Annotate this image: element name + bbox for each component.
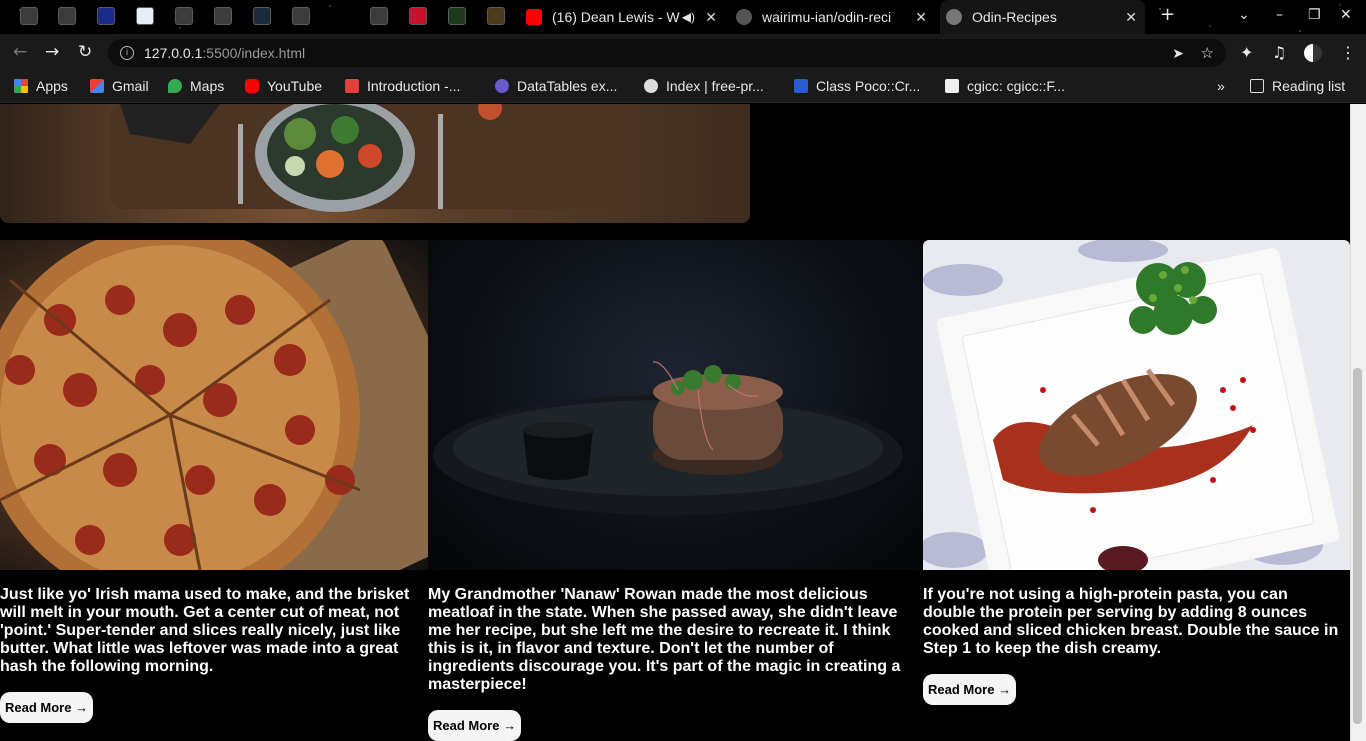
menu-icon[interactable]: ⋮ xyxy=(1340,43,1356,62)
bookmark-introduction[interactable]: Introduction -... xyxy=(345,78,460,94)
scrollbar-thumb[interactable] xyxy=(1353,368,1362,724)
duck-illustration xyxy=(923,240,1340,570)
tab-title: Odin-Recipes xyxy=(972,9,1057,25)
recipe-description: My Grandmother 'Nanaw' Rowan made the mo… xyxy=(428,586,901,693)
globe-icon xyxy=(644,79,658,93)
bookmark-label: cgicc: cgicc::F... xyxy=(967,78,1066,94)
salad-bowl-illustration xyxy=(0,104,750,223)
site-info-icon[interactable]: i xyxy=(120,46,134,60)
bookmark-label: YouTube xyxy=(267,78,323,94)
pizza-illustration xyxy=(0,240,428,570)
bookmark-label: Introduction -... xyxy=(367,78,461,94)
profile-avatar[interactable] xyxy=(1304,44,1322,62)
media-control-icon[interactable]: ♫ xyxy=(1272,43,1286,62)
datatables-icon xyxy=(495,79,509,93)
bookmark-label: Apps xyxy=(36,78,68,94)
tab-strip: (16) Dean Lewis - W ◀) ✕ wairimu-ian/odi… xyxy=(0,0,1366,34)
maximize-icon[interactable]: ❐ xyxy=(1308,7,1321,23)
pinned-tab[interactable] xyxy=(20,7,38,25)
pinned-tab[interactable] xyxy=(58,7,76,25)
pizza-photo xyxy=(0,240,428,570)
cgicc-icon xyxy=(945,79,959,93)
address-bar[interactable]: i 127.0.0.1:5500/index.html ➤ ☆ xyxy=(108,39,1226,67)
pinned-tab[interactable] xyxy=(448,7,466,25)
bookmark-label: Gmail xyxy=(112,78,149,94)
pinned-tab[interactable] xyxy=(97,7,115,25)
bookmark-index[interactable]: Index | free-pr... xyxy=(644,78,764,94)
reading-list-icon xyxy=(1250,79,1264,93)
back-icon[interactable]: ← xyxy=(13,42,27,62)
close-tab-icon[interactable]: ✕ xyxy=(915,9,927,26)
tab-youtube[interactable]: (16) Dean Lewis - W ◀) ✕ xyxy=(520,0,725,34)
maps-icon xyxy=(168,79,182,93)
globe-icon xyxy=(946,9,962,25)
new-tab-icon[interactable]: + xyxy=(1160,4,1175,25)
browser-toolbar: ← → ↻ i 127.0.0.1:5500/index.html ➤ ☆ ✦ … xyxy=(0,34,1366,72)
bookmark-youtube[interactable]: YouTube xyxy=(245,78,322,94)
steak-photo xyxy=(428,240,923,570)
read-more-button[interactable]: Read More → xyxy=(428,710,522,741)
gmail-icon xyxy=(90,79,104,93)
bookmark-label: Index | free-pr... xyxy=(666,78,764,94)
tab-search-icon[interactable]: ⌄ xyxy=(1238,7,1250,23)
recipe-card: Just like yo' Irish mama used to make, a… xyxy=(0,240,428,723)
recipe-description: If you're not using a high-protein pasta… xyxy=(923,586,1339,657)
bookmark-gmail[interactable]: Gmail xyxy=(90,78,149,94)
more-bookmarks-icon[interactable]: » xyxy=(1217,78,1225,94)
bookmark-label: DataTables ex... xyxy=(517,78,618,94)
tab-odin-recipes[interactable]: Odin-Recipes ✕ xyxy=(940,0,1145,34)
close-window-icon[interactable]: ✕ xyxy=(1340,7,1352,23)
tab-title: wairimu-ian/odin-reci xyxy=(762,9,892,25)
pinned-tab[interactable] xyxy=(175,7,193,25)
tab-title: (16) Dean Lewis - W xyxy=(552,9,680,25)
reload-icon[interactable]: ↻ xyxy=(78,42,92,62)
pinned-tab[interactable] xyxy=(292,7,310,25)
duck-photo xyxy=(923,240,1350,570)
url-host: 127.0.0.1 xyxy=(144,45,203,61)
pinned-tab[interactable] xyxy=(409,7,427,25)
send-icon[interactable]: ➤ xyxy=(1172,45,1184,62)
reading-list-label: Reading list xyxy=(1272,78,1346,94)
speaker-icon[interactable]: ◀) xyxy=(682,10,695,24)
reading-list-button[interactable]: Reading list xyxy=(1250,78,1345,94)
recipe-card: My Grandmother 'Nanaw' Rowan made the mo… xyxy=(428,240,923,741)
bookmark-star-icon[interactable]: ☆ xyxy=(1201,44,1214,62)
bookmark-apps[interactable]: Apps xyxy=(14,78,68,94)
read-more-button[interactable]: Read More → xyxy=(923,674,1017,705)
pinned-tab[interactable] xyxy=(253,7,271,25)
bookmark-datatables[interactable]: DataTables ex... xyxy=(495,78,617,94)
book-icon xyxy=(345,79,359,93)
bookmark-label: Class Poco::Cr... xyxy=(816,78,921,94)
bookmark-cgicc[interactable]: cgicc: cgicc::F... xyxy=(945,78,1065,94)
page-viewport: Just like yo' Irish mama used to make, a… xyxy=(0,104,1350,741)
youtube-icon xyxy=(245,79,259,93)
tab-github[interactable]: wairimu-ian/odin-reci ✕ xyxy=(730,0,935,34)
read-more-button[interactable]: Read More → xyxy=(0,692,94,723)
close-tab-icon[interactable]: ✕ xyxy=(1125,9,1137,26)
poco-icon xyxy=(794,79,808,93)
forward-icon[interactable]: → xyxy=(45,42,59,62)
steak-illustration xyxy=(433,361,903,515)
bookmark-label: Maps xyxy=(190,78,225,94)
bookmark-maps[interactable]: Maps xyxy=(168,78,224,94)
minimize-icon[interactable]: – xyxy=(1276,7,1283,23)
hero-image xyxy=(0,104,750,223)
pinned-tab[interactable] xyxy=(487,7,505,25)
extensions-icon[interactable]: ✦ xyxy=(1240,43,1253,62)
bookmark-poco[interactable]: Class Poco::Cr... xyxy=(794,78,920,94)
youtube-icon xyxy=(526,9,542,25)
pinned-tab[interactable] xyxy=(136,7,154,25)
pinned-tab[interactable] xyxy=(214,7,232,25)
url-path: :5500/index.html xyxy=(202,45,306,61)
apps-grid-icon xyxy=(14,79,28,93)
recipe-description: Just like yo' Irish mama used to make, a… xyxy=(0,586,410,675)
pinned-tab[interactable] xyxy=(370,7,388,25)
bookmarks-bar: Apps Gmail Maps YouTube Introduction -..… xyxy=(0,72,1366,103)
recipe-card: If you're not using a high-protein pasta… xyxy=(923,240,1350,705)
github-icon xyxy=(736,9,752,25)
close-tab-icon[interactable]: ✕ xyxy=(705,9,717,26)
